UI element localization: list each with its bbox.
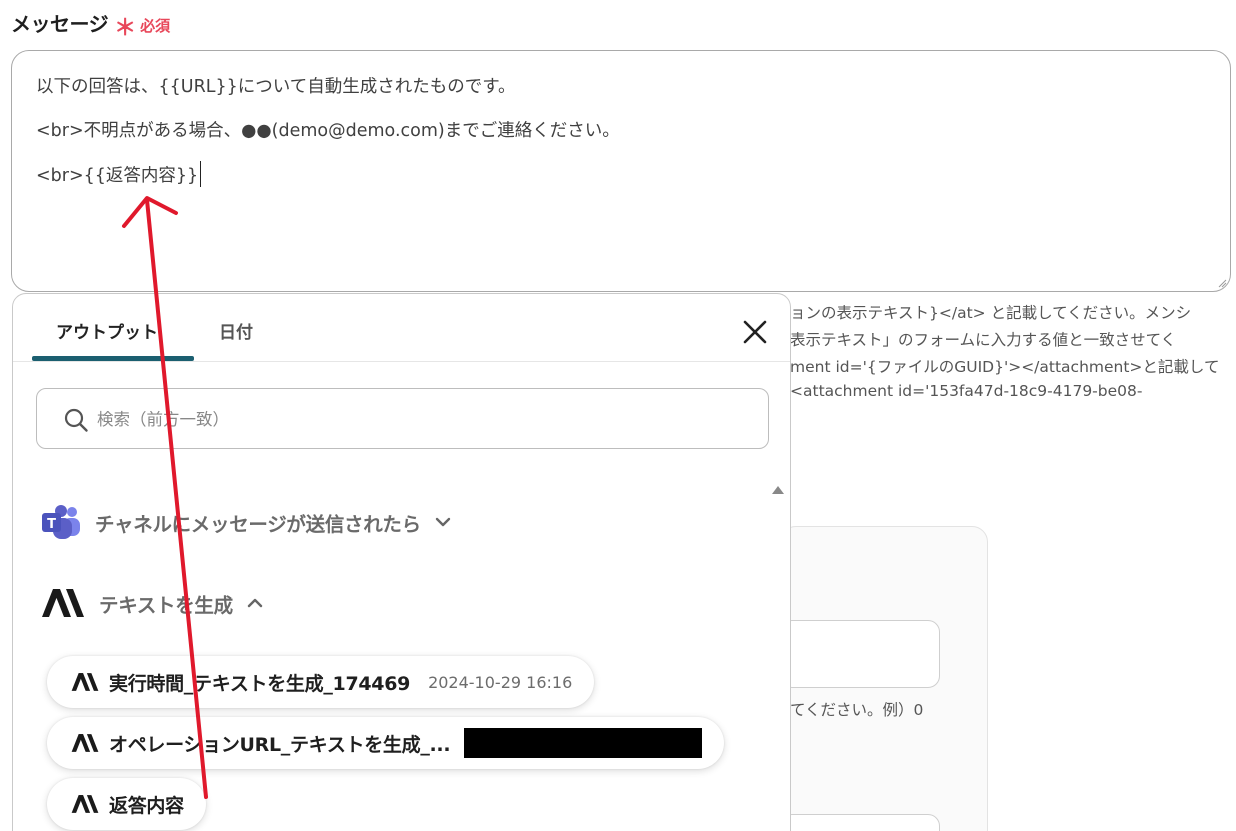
output-item-name: 返答内容 [109,794,184,817]
background-hint-text: てください。例）0 [790,701,924,719]
required-badge: 必須 [140,17,171,35]
text-caret [200,161,202,187]
anthropic-icon [71,673,99,691]
message-line-1: 以下の回答は、{{URL}}について自動生成されたものです。 [36,77,516,97]
help-text-line-4: <attachment id='153fa47d-18c9-4179-be08- [790,382,1143,400]
output-item-response-content[interactable]: 返答内容 [47,778,206,830]
redacted-value [464,728,703,758]
background-input-2[interactable] [780,814,940,831]
chevron-down-icon [435,517,451,527]
anthropic-icon [71,734,99,752]
output-item-execution-time[interactable]: 実行時間_テキストを生成_174469 2024-10-29 16:16 [47,656,595,708]
help-text-line-1: ョンの表示テキスト}</at> と記載してください。メンシ [790,304,1192,322]
message-textarea[interactable]: 以下の回答は、{{URL}}について自動生成されたものです。 <br>不明点があ… [11,50,1231,292]
output-item-name: オペレーションURL_テキストを生成_... [109,733,451,756]
section-generate-text-title: テキストを生成 [99,593,233,617]
output-item-operation-url[interactable]: オペレーションURL_テキストを生成_... [47,717,725,769]
message-field-label: メッセージ ＊ 必須 [11,8,171,41]
background-input[interactable] [780,620,940,688]
active-tab-indicator [32,356,194,361]
close-icon[interactable] [741,318,769,346]
section-generate-text[interactable]: テキストを生成 [41,588,263,618]
teams-icon: T [42,505,80,539]
tab-output[interactable]: アウトプット [56,318,158,343]
scroll-up-arrow-icon[interactable] [771,484,785,496]
message-line-3-text: <br>{{返答内容}} [36,166,199,186]
search-box [36,388,769,449]
message-line-3: <br>{{返答内容}} [36,161,202,187]
output-item-name: 実行時間_テキストを生成_174469 [109,672,411,695]
field-label-text: メッセージ [11,12,109,36]
output-picker-panel: アウトプット 日付 T チャネルにメッセージが送信されたら [12,293,791,831]
help-text-line-3: ment id='{ファイルのGUID}'></attachment>と記載して [790,358,1220,376]
svg-text:T: T [47,517,56,532]
tab-date[interactable]: 日付 [219,318,253,343]
chevron-up-icon [247,598,263,608]
search-input[interactable] [97,403,737,435]
anthropic-icon [71,795,99,813]
section-teams[interactable]: T チャネルにメッセージが送信されたら [41,504,451,540]
panel-tabs: アウトプット 日付 [13,294,790,362]
output-item-value: 2024-10-29 16:16 [428,672,573,692]
anthropic-icon [42,589,84,617]
resize-handle-icon[interactable] [1217,278,1227,288]
section-teams-title: チャネルにメッセージが送信されたら [95,512,421,536]
search-icon [64,408,88,432]
help-text-line-2: 表示テキスト」のフォームに入力する値と一致させてく [790,331,1177,349]
message-line-2: <br>不明点がある場合、●●(demo@demo.com)までご連絡ください。 [36,121,620,141]
required-asterisk: ＊ [114,16,137,41]
